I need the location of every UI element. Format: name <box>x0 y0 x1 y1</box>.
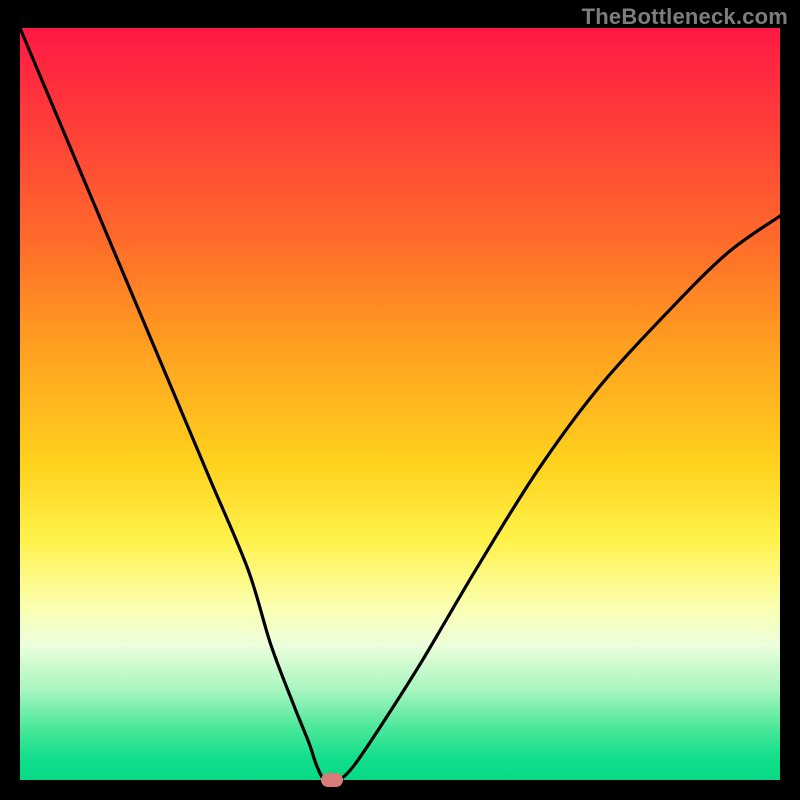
plot-area <box>20 28 780 780</box>
optimal-point-marker <box>321 773 343 787</box>
chart-frame: TheBottleneck.com <box>0 0 800 800</box>
bottleneck-curve <box>20 28 780 780</box>
watermark-text: TheBottleneck.com <box>582 4 788 30</box>
